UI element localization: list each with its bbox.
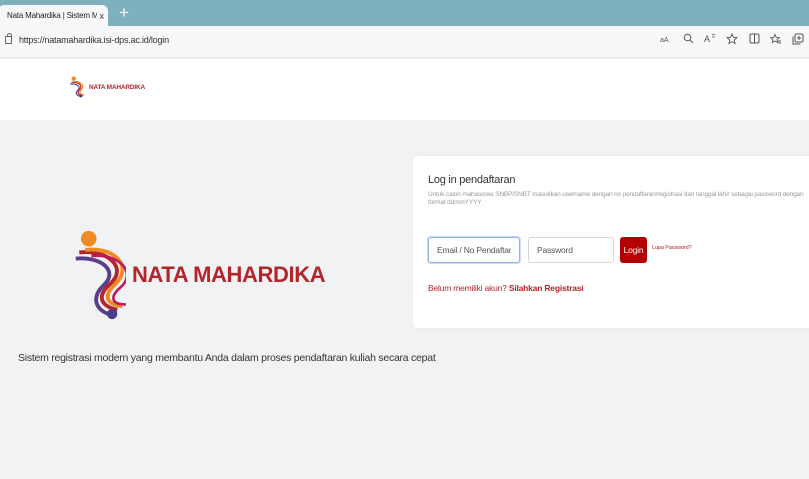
favorites-icon[interactable] bbox=[765, 33, 787, 50]
tab-close-button[interactable]: x bbox=[100, 11, 105, 21]
brand-logo: NATA MAHARDIKA bbox=[74, 230, 326, 320]
browser-tab-bar: Nata Mahardika | Sistem Manag x + bbox=[0, 0, 809, 26]
favorite-star-icon[interactable] bbox=[721, 32, 743, 50]
reader-mode-icon[interactable]: aA bbox=[655, 33, 677, 50]
site-header: NATA MAHARDIKA bbox=[0, 59, 809, 120]
browser-toolbar: aA A bbox=[655, 32, 809, 50]
login-title: Log in pendaftaran bbox=[428, 174, 516, 186]
url-field[interactable]: https://natamahardika.isi-dps.ac.id/logi… bbox=[19, 35, 169, 45]
logo-mark-icon bbox=[70, 76, 85, 98]
nata-mahardika-logo-icon bbox=[75, 230, 126, 320]
address-bar: https://natamahardika.isi-dps.ac.id/logi… bbox=[0, 26, 809, 58]
login-button[interactable]: Login bbox=[620, 237, 647, 263]
login-description: Untuk calon mahasiswa SNBP/SNBT masukkan… bbox=[428, 191, 804, 206]
tab-title: Nata Mahardika | Sistem Manag bbox=[7, 11, 97, 20]
forgot-password-link[interactable]: Lupa Password? bbox=[652, 245, 692, 251]
collections-icon[interactable] bbox=[787, 33, 809, 50]
read-aloud-icon[interactable]: A bbox=[699, 33, 721, 50]
register-prompt: Belum memiliki akun? bbox=[428, 283, 507, 293]
svg-text:aA: aA bbox=[660, 37, 669, 44]
register-row: Belum memiliki akun? Silahkan Registrasi bbox=[428, 283, 584, 293]
password-field[interactable] bbox=[528, 237, 614, 263]
login-card: Log in pendaftaran Untuk calon mahasiswa… bbox=[413, 156, 809, 328]
email-field[interactable] bbox=[428, 237, 520, 263]
zoom-icon[interactable] bbox=[677, 33, 699, 50]
tagline: Sistem registrasi modern yang membantu A… bbox=[18, 352, 436, 364]
header-logo[interactable]: NATA MAHARDIKA bbox=[69, 76, 145, 98]
header-logo-text: NATA MAHARDIKA bbox=[89, 83, 145, 91]
new-tab-button[interactable]: + bbox=[119, 3, 129, 23]
register-link[interactable]: Silahkan Registrasi bbox=[509, 283, 584, 293]
svg-text:A: A bbox=[704, 34, 710, 44]
split-screen-icon[interactable] bbox=[743, 33, 765, 50]
brand-name: NATA MAHARDIKA bbox=[132, 262, 326, 287]
browser-tab[interactable]: Nata Mahardika | Sistem Manag x bbox=[0, 5, 108, 26]
lock-icon[interactable] bbox=[5, 33, 12, 44]
